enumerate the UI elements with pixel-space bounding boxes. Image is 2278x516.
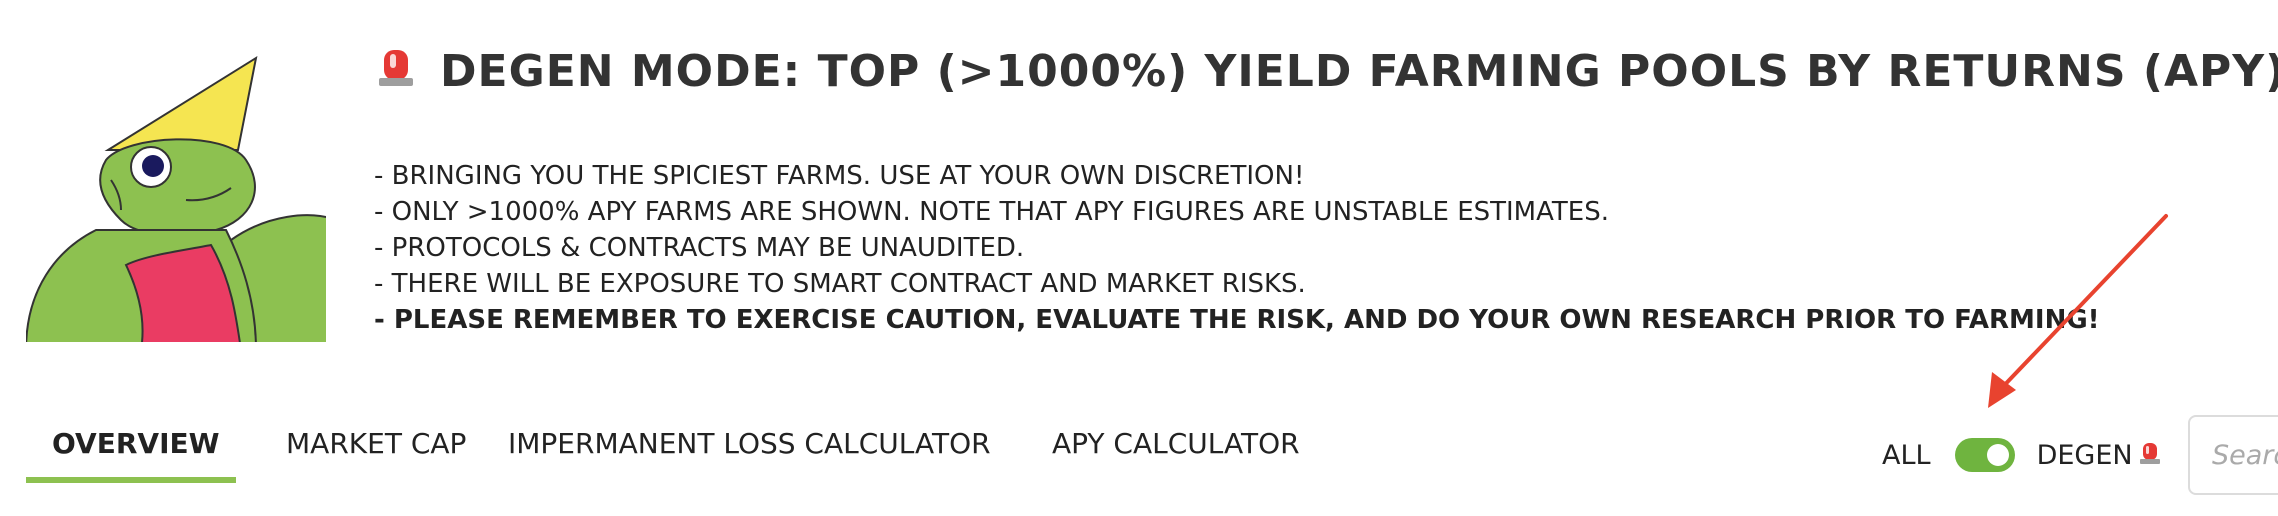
search-input[interactable]	[2188, 415, 2278, 495]
tab-apy-calculator[interactable]: APY CALCULATOR	[1052, 410, 1300, 478]
degen-toggle-switch[interactable]	[1954, 438, 2015, 472]
disclaimer-item: - PROTOCOLS & CONTRACTS MAY BE UNAUDITED…	[374, 233, 1025, 263]
toggle-label-degen: DEGEN	[2036, 439, 2133, 471]
disclaimer-item: - ONLY >1000% APY FARMS ARE SHOWN. NOTE …	[374, 197, 1609, 227]
siren-icon	[374, 44, 418, 99]
tab-overview[interactable]: OVERVIEW	[52, 410, 220, 478]
siren-icon	[2139, 441, 2161, 469]
disclaimer-list: - BRINGING YOU THE SPICIEST FARMS. USE A…	[374, 158, 2100, 338]
frog-mascot	[26, 50, 326, 342]
page-title: DEGEN MODE: TOP (>1000%) YIELD FARMING P…	[374, 44, 2278, 99]
disclaimer-item-warning: - PLEASE REMEMBER TO EXERCISE CAUTION, E…	[374, 305, 2100, 335]
disclaimer-item: - THERE WILL BE EXPOSURE TO SMART CONTRA…	[374, 269, 1306, 299]
degen-toggle-group: ALL DEGEN	[1882, 430, 2161, 480]
toggle-label-all: ALL	[1882, 439, 1931, 471]
annotation-arrow-icon	[1988, 214, 2168, 408]
tab-impermanent-loss-calculator[interactable]: IMPERMANENT LOSS CALCULATOR	[508, 410, 991, 478]
disclaimer-item: - BRINGING YOU THE SPICIEST FARMS. USE A…	[374, 161, 1305, 191]
active-tab-indicator	[26, 477, 236, 483]
page-title-text: DEGEN MODE: TOP (>1000%) YIELD FARMING P…	[440, 46, 2278, 97]
tab-market-cap[interactable]: MARKET CAP	[286, 410, 466, 478]
toggle-knob	[1986, 444, 2009, 466]
